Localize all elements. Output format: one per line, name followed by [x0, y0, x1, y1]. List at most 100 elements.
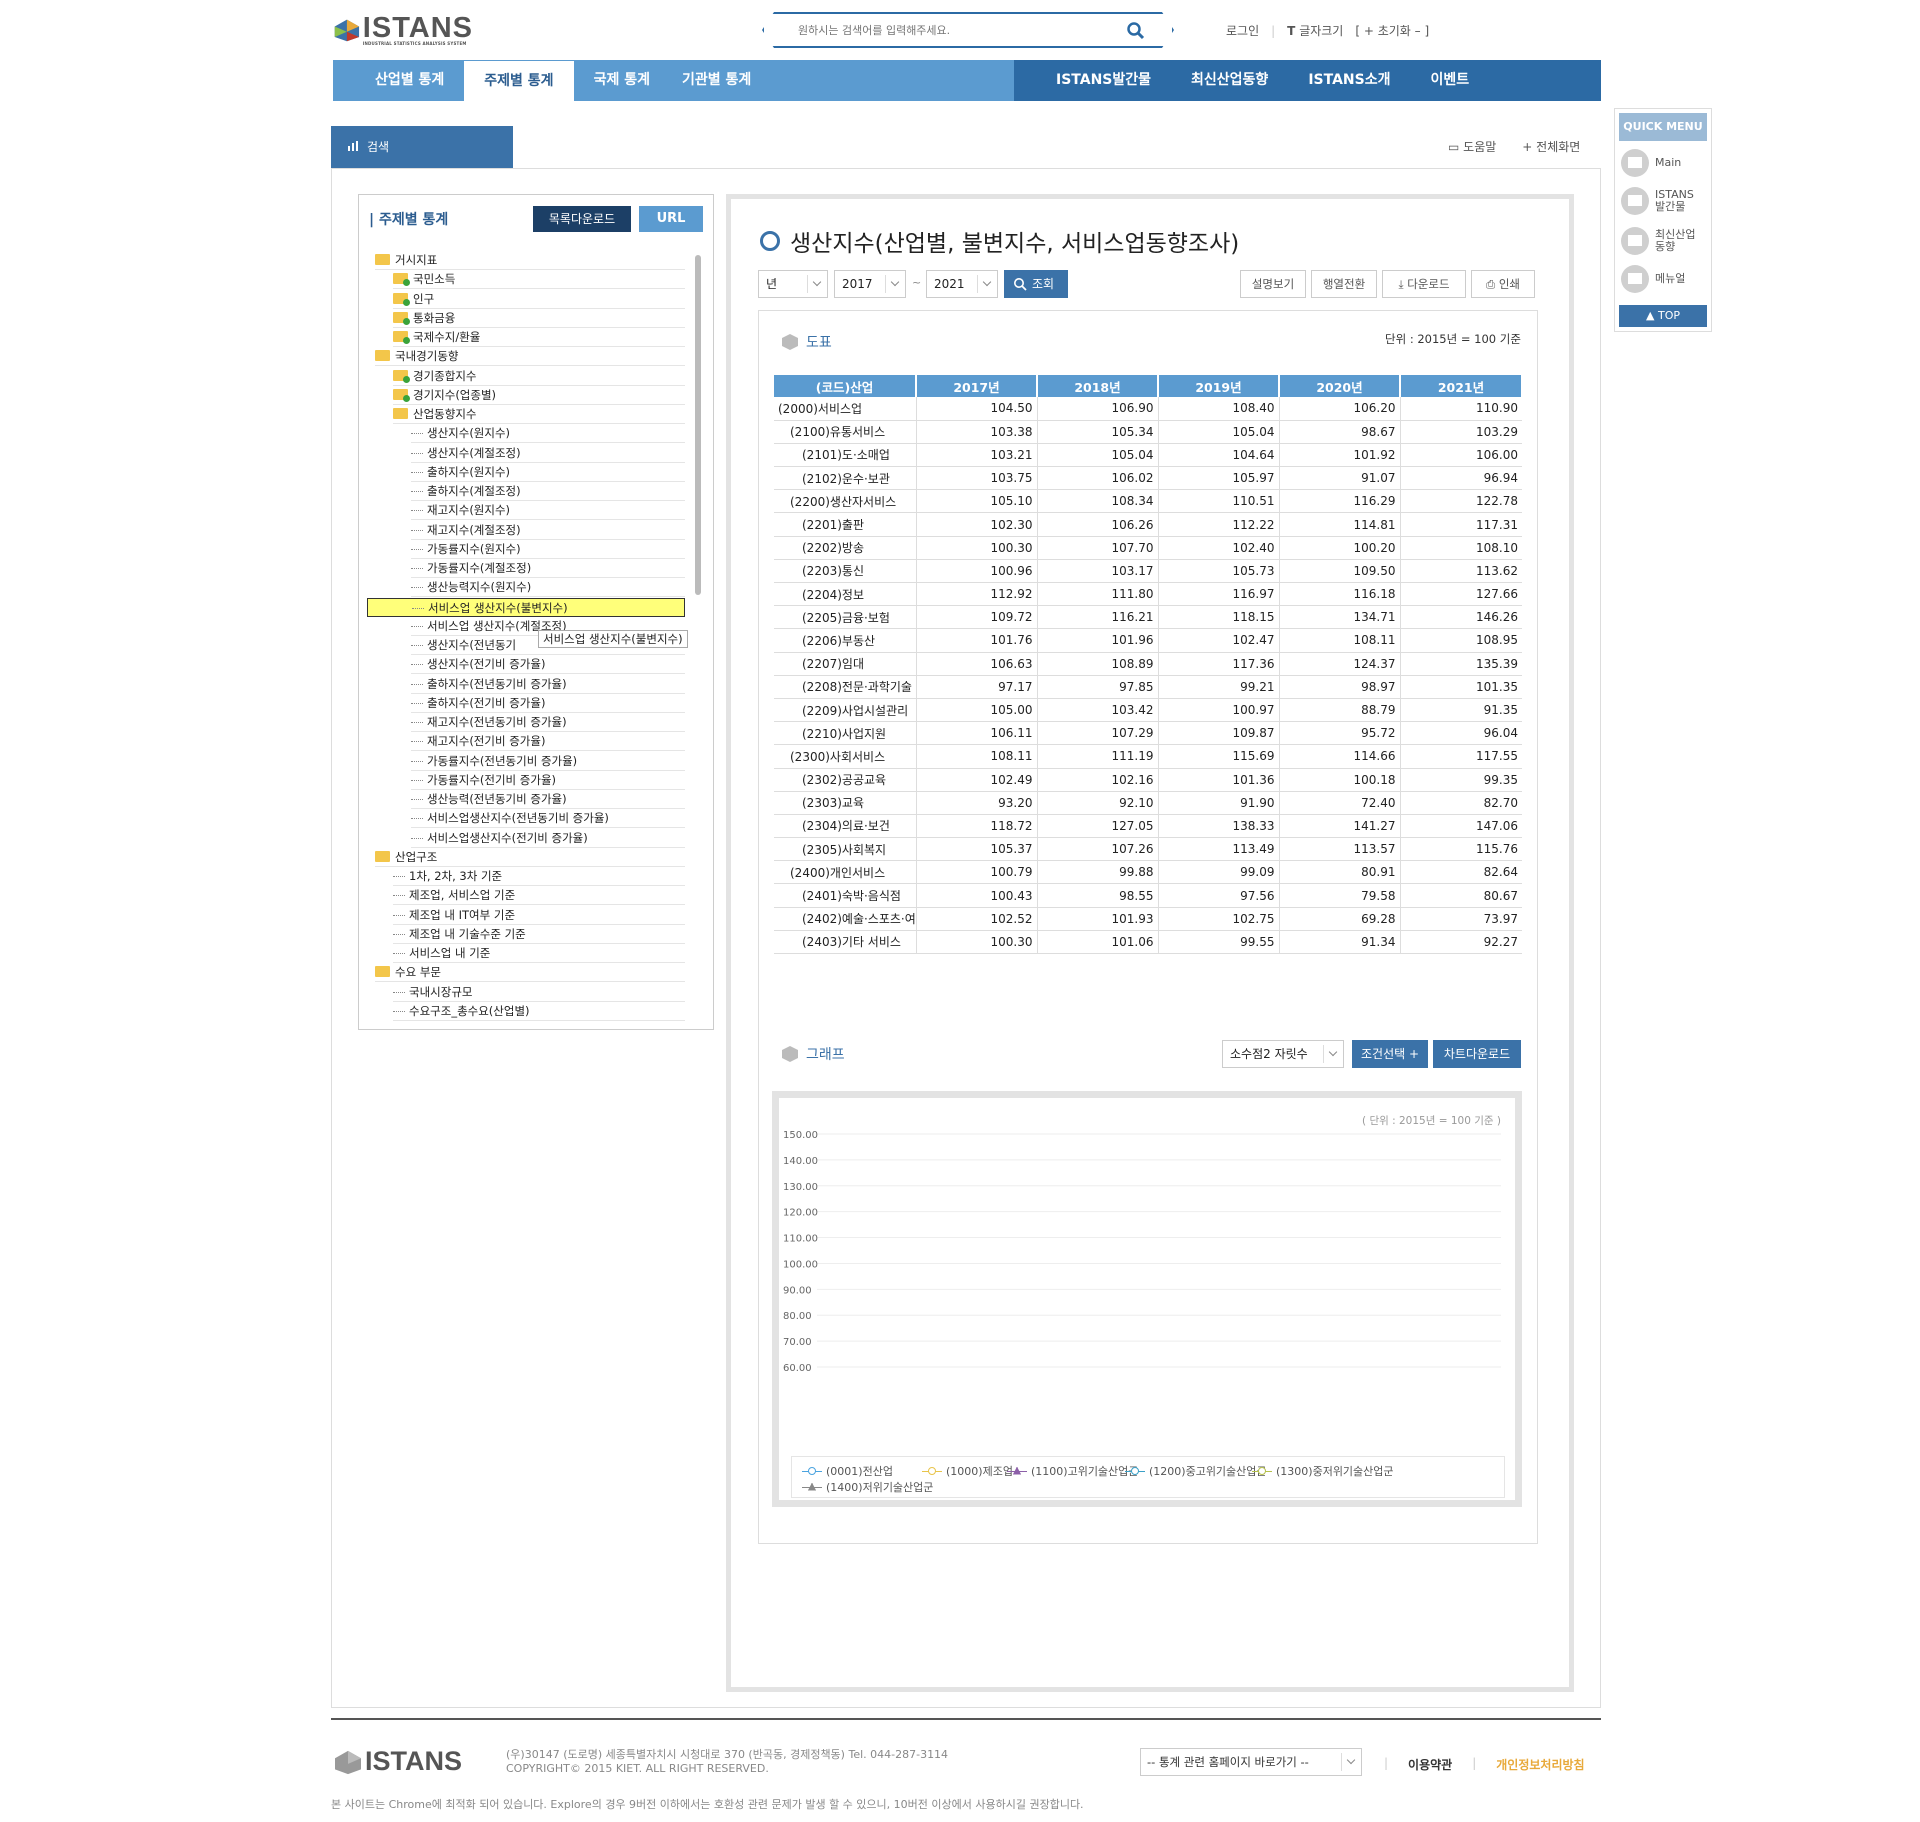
tree-node[interactable]: 수요구조_총수요(산업별): [393, 1002, 685, 1021]
nav-industry-stats[interactable]: 산업별 통계: [333, 60, 464, 101]
fullscreen-link[interactable]: + 전체화면: [1522, 138, 1580, 155]
value-cell: 118.15: [1158, 605, 1280, 630]
value-cell: 106.00: [1400, 443, 1522, 468]
url-button[interactable]: URL: [639, 206, 703, 232]
tree-node[interactable]: 출하지수(원지수): [411, 463, 685, 482]
search-tab[interactable]: 검색: [331, 126, 513, 168]
tree-scrollbar[interactable]: [695, 255, 701, 595]
quick-publications[interactable]: ISTANS 발간물: [1621, 187, 1701, 215]
search-box: [762, 12, 1174, 48]
tree-node[interactable]: 서비스업생산지수(전기비 증가율): [411, 829, 685, 848]
value-cell: 135.39: [1400, 652, 1522, 676]
tree-node[interactable]: 재고지수(원지수): [411, 501, 685, 521]
tree-node[interactable]: 가동률지수(계절조정): [411, 559, 685, 578]
tree-node[interactable]: 서비스업 내 기준: [393, 944, 685, 963]
related-sites-select[interactable]: -- 통계 관련 홈페이지 바로가기 --: [1140, 1748, 1362, 1776]
tree-node[interactable]: 통화금융: [393, 309, 685, 328]
tree-node[interactable]: 제조업, 서비스업 기준: [393, 886, 685, 906]
legend-item[interactable]: (1100)고위기술산업군: [1007, 1463, 1138, 1479]
istans-logo[interactable]: ISTANS INDUSTRIAL STATISTICS ANALYSIS SY…: [333, 13, 473, 46]
value-cell: 80.91: [1279, 860, 1401, 885]
tree-node[interactable]: 국민소득: [393, 270, 685, 290]
tree-node[interactable]: 생산능력(전년동기비 증가율): [411, 790, 685, 809]
decimal-select[interactable]: 소수점2 자릿수: [1222, 1040, 1344, 1068]
legend-item[interactable]: (1200)중고위기술산업군: [1125, 1463, 1267, 1479]
transpose-button[interactable]: 행열전환: [1311, 270, 1377, 298]
tree-node[interactable]: 가동률지수(원지수): [411, 540, 685, 559]
from-year-select[interactable]: 2017: [834, 270, 906, 298]
tree-node[interactable]: 수요 부문: [375, 963, 685, 983]
tree-node[interactable]: 가동률지수(전기비 증가율): [411, 771, 685, 790]
description-button[interactable]: 설명보기: [1240, 270, 1306, 298]
query-button[interactable]: 조회: [1004, 270, 1068, 298]
nav-publications[interactable]: ISTANS발간물: [1036, 60, 1171, 101]
value-cell: 117.36: [1158, 652, 1280, 676]
search-input[interactable]: [798, 22, 1098, 38]
nav-about[interactable]: ISTANS소개: [1288, 60, 1410, 101]
tree-node[interactable]: 산업구조: [375, 848, 685, 867]
tree-node[interactable]: 출하지수(계절조정): [411, 482, 685, 501]
tree-node[interactable]: 재고지수(계절조정): [411, 521, 685, 540]
legend-item[interactable]: (1000)제조업: [922, 1463, 1013, 1479]
nav-agency-stats[interactable]: 기관별 통계: [670, 60, 763, 101]
terms-link[interactable]: 이용약관: [1408, 1756, 1452, 1773]
print-button[interactable]: ⎙ 인쇄: [1471, 270, 1535, 298]
tree-node[interactable]: 출하지수(전기비 증가율): [411, 694, 685, 713]
chart-download-button[interactable]: 차트다운로드: [1433, 1040, 1521, 1068]
login-link[interactable]: 로그인: [1226, 22, 1259, 39]
privacy-link[interactable]: 개인정보처리방침: [1496, 1756, 1584, 1773]
tree-branch-line: [411, 818, 423, 820]
industry-cell: (2401)숙박·음식점: [774, 883, 917, 908]
tree-node[interactable]: 국내시장규모: [393, 983, 685, 1002]
quick-manual[interactable]: 메뉴얼: [1621, 265, 1685, 293]
tree-node[interactable]: 서비스업 생산지수(불변지수): [367, 597, 685, 617]
nav-topic-stats[interactable]: 주제별 통계: [464, 60, 574, 101]
nav-latest-trends[interactable]: 최신산업동향: [1171, 60, 1288, 101]
tree-node[interactable]: 인구: [393, 290, 685, 309]
nav-events[interactable]: 이벤트: [1410, 60, 1489, 101]
quick-trends[interactable]: 최신산업 동향: [1621, 227, 1701, 255]
value-cell: 116.18: [1279, 582, 1401, 607]
tree-node[interactable]: 제조업 내 IT여부 기준: [393, 906, 685, 925]
logo-icon: [334, 19, 360, 42]
period-select[interactable]: 년: [758, 270, 828, 298]
download-button[interactable]: ⤓ 다운로드: [1382, 270, 1466, 298]
top-button[interactable]: ▲ TOP: [1619, 305, 1707, 327]
legend-item[interactable]: (1400)저위기술산업군: [802, 1479, 933, 1495]
value-cell: 98.55: [1037, 883, 1159, 908]
tree-node[interactable]: 출하지수(전년동기비 증가율): [411, 675, 685, 694]
value-cell: 91.34: [1279, 930, 1401, 955]
tree-node[interactable]: 가동률지수(전년동기비 증가율): [411, 752, 685, 771]
table-section-label: 도표: [806, 335, 832, 351]
quick-main[interactable]: Main: [1621, 149, 1681, 177]
tree-node[interactable]: 생산지수(원지수): [411, 424, 685, 444]
tree-node[interactable]: 재고지수(전기비 증가율): [411, 732, 685, 752]
list-download-button[interactable]: 목록다운로드: [533, 206, 631, 232]
value-cell: 127.66: [1400, 582, 1522, 607]
nav-intl-stats[interactable]: 국제 통계: [574, 60, 670, 101]
condition-select-button[interactable]: 조건선택 +: [1352, 1040, 1428, 1068]
legend-item[interactable]: (0001)전산업: [802, 1463, 893, 1479]
tree-node[interactable]: 1차, 2차, 3차 기준: [393, 867, 685, 886]
tree-node-label: 생산능력(전년동기비 증가율): [427, 792, 567, 806]
tree-node[interactable]: 국제수지/환율: [393, 328, 685, 347]
value-cell: 100.30: [916, 536, 1038, 560]
tree-node[interactable]: 경기지수(업종별): [393, 386, 685, 405]
tree-node[interactable]: 거시지표: [375, 251, 685, 270]
tree-node[interactable]: 서비스업생산지수(전년동기비 증가율): [411, 809, 685, 829]
tree-node[interactable]: 경기종합지수: [393, 367, 685, 386]
tree-node[interactable]: 제조업 내 기술수준 기준: [393, 925, 685, 944]
to-year-select[interactable]: 2021: [926, 270, 998, 298]
tree-node[interactable]: 생산능력지수(원지수): [411, 578, 685, 598]
tree-node[interactable]: 국내경기동향: [375, 347, 685, 367]
tree-node[interactable]: 재고지수(전년동기비 증가율): [411, 713, 685, 732]
tree-node[interactable]: 생산지수(계절조정): [411, 444, 685, 463]
help-link[interactable]: ▭ 도움말: [1448, 138, 1496, 155]
tree-node[interactable]: 생산지수(전기비 증가율): [411, 655, 685, 675]
font-size-buttons[interactable]: [ + 초기화 – ]: [1355, 22, 1429, 39]
tree-node[interactable]: 산업동향지수: [393, 405, 685, 424]
search-icon[interactable]: [1126, 21, 1146, 41]
value-cell: 105.04: [1037, 443, 1159, 468]
legend-item[interactable]: (1300)중저위기술산업군: [1252, 1463, 1394, 1479]
cube-icon: [782, 334, 798, 350]
